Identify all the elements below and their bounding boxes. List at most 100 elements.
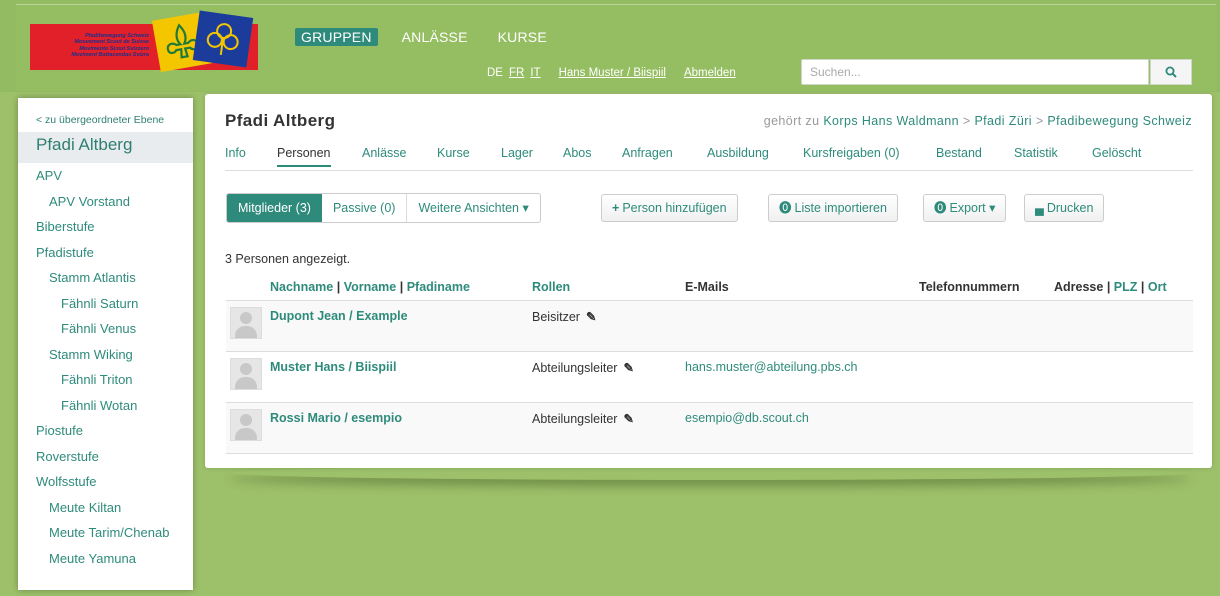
avatar-cell bbox=[226, 351, 270, 403]
sidebar: < zu übergeordneter Ebene Pfadi Altberg … bbox=[18, 98, 193, 590]
name-cell: Muster Hans / Biispiil bbox=[270, 351, 532, 403]
import-list-button[interactable]: ⓿ Liste importieren bbox=[768, 194, 898, 222]
breadcrumb-link[interactable]: Pfadi Züri bbox=[974, 114, 1032, 128]
breadcrumb: gehört zu Korps Hans Waldmann > Pfadi Zü… bbox=[764, 114, 1192, 128]
tab-ausbildung[interactable]: Ausbildung bbox=[707, 146, 769, 160]
pbs-logo[interactable]: Pfadibewegung Schweiz Mouvement Scout de… bbox=[30, 10, 258, 73]
person-name-link[interactable]: Dupont Jean / Example bbox=[270, 309, 408, 323]
parent-level-link[interactable]: < zu übergeordneter Ebene bbox=[18, 98, 193, 132]
person-name-link[interactable]: Rossi Mario / esempio bbox=[270, 411, 402, 425]
table-footer-line bbox=[226, 453, 1193, 454]
table-header-row: Nachname | Vorname | Pfadiname Rollen E-… bbox=[226, 274, 1193, 301]
view-filter-group: Mitglieder (3) Passive (0) Weitere Ansic… bbox=[226, 193, 541, 223]
filter-passive[interactable]: Passive (0) bbox=[322, 194, 407, 222]
phone-cell bbox=[919, 351, 1054, 403]
nav-kurse[interactable]: KURSE bbox=[492, 28, 553, 46]
export-label: Export bbox=[949, 201, 986, 215]
address-column-header: Adresse | PLZ | Ort bbox=[1054, 280, 1167, 294]
filter-mitglieder[interactable]: Mitglieder (3) bbox=[227, 194, 322, 222]
sidebar-item[interactable]: Pfadistufe bbox=[18, 240, 193, 266]
avatar-cell bbox=[226, 300, 270, 352]
tab-lager[interactable]: Lager bbox=[501, 146, 533, 160]
sort-rollen[interactable]: Rollen bbox=[532, 280, 570, 294]
sidebar-item[interactable]: Biberstufe bbox=[18, 214, 193, 240]
nav-gruppen[interactable]: GRUPPEN bbox=[295, 28, 378, 46]
name-cell: Dupont Jean / Example bbox=[270, 300, 532, 352]
avatar-column-header bbox=[226, 274, 270, 301]
role-text: Abteilungsleiter bbox=[532, 412, 618, 426]
sidebar-item[interactable]: Stamm Atlantis bbox=[18, 265, 193, 291]
sidebar-item[interactable]: Fähnli Wotan bbox=[18, 393, 193, 419]
sidebar-item[interactable]: Piostufe bbox=[18, 418, 193, 444]
phone-column-header: Telefonnummern bbox=[919, 280, 1020, 294]
avatar bbox=[230, 307, 262, 339]
name-cell: Rossi Mario / esempio bbox=[270, 402, 532, 454]
print-label: Drucken bbox=[1046, 201, 1094, 215]
sidebar-item[interactable]: APV Vorstand bbox=[18, 189, 193, 215]
caret-down-icon: ▾ bbox=[522, 201, 529, 215]
breadcrumb-link[interactable]: Korps Hans Waldmann bbox=[823, 114, 959, 128]
lang-fr[interactable]: FR bbox=[509, 67, 524, 79]
tab-kurse[interactable]: Kurse bbox=[437, 146, 470, 160]
avatar bbox=[230, 358, 262, 390]
breadcrumb-link[interactable]: Pfadibewegung Schweiz bbox=[1047, 114, 1192, 128]
lang-it[interactable]: IT bbox=[530, 67, 540, 79]
caret-down-icon: ▾ bbox=[989, 201, 996, 215]
sidebar-item[interactable]: APV bbox=[18, 163, 193, 189]
print-button[interactable]: ▄ Drucken bbox=[1024, 194, 1105, 222]
export-button[interactable]: ⓿ Export ▾ bbox=[923, 194, 1007, 222]
tab-anlaesse[interactable]: Anlässe bbox=[362, 146, 406, 160]
sidebar-item[interactable]: Fähnli Triton bbox=[18, 367, 193, 393]
belongs-to-label: gehört zu bbox=[763, 114, 820, 128]
nav-anlaesse[interactable]: ANLÄSSE bbox=[396, 28, 474, 46]
search-button[interactable] bbox=[1150, 59, 1192, 85]
tab-statistik[interactable]: Statistik bbox=[1014, 146, 1058, 160]
sidebar-item[interactable]: Meute Tarim/Chenab bbox=[18, 520, 193, 546]
emails-column-header: E-Mails bbox=[685, 280, 729, 294]
tab-info[interactable]: Info bbox=[225, 146, 246, 160]
people-table: Nachname | Vorname | Pfadiname Rollen E-… bbox=[226, 274, 1193, 454]
address-cell bbox=[1054, 300, 1193, 352]
email-link[interactable]: hans.muster@abteilung.pbs.ch bbox=[685, 360, 858, 374]
roles-column-header: Rollen bbox=[532, 274, 685, 301]
email-cell: esempio@db.scout.ch bbox=[685, 402, 919, 454]
sidebar-item[interactable]: Stamm Wiking bbox=[18, 342, 193, 368]
sort-plz[interactable]: PLZ bbox=[1114, 280, 1138, 294]
sidebar-item[interactable]: Meute Yamuna bbox=[18, 546, 193, 572]
sidebar-item[interactable]: Wolfsstufe bbox=[18, 469, 193, 495]
edit-icon[interactable]: ✎ bbox=[586, 310, 596, 324]
edit-icon[interactable]: ✎ bbox=[623, 361, 633, 375]
search-input[interactable]: Suchen... bbox=[801, 59, 1149, 85]
sidebar-item[interactable]: Fähnli Saturn bbox=[18, 291, 193, 317]
tab-kursfreigaben[interactable]: Kursfreigaben (0) bbox=[803, 146, 900, 160]
filter-weitere-ansichten[interactable]: Weitere Ansichten ▾ bbox=[406, 194, 539, 222]
avatar-cell bbox=[226, 402, 270, 454]
address-cell bbox=[1054, 402, 1193, 454]
sidebar-current-group[interactable]: Pfadi Altberg bbox=[18, 132, 193, 163]
user-link[interactable]: Hans Muster / Biispiil bbox=[559, 67, 666, 79]
sort-ort[interactable]: Ort bbox=[1148, 280, 1167, 294]
tab-bestand[interactable]: Bestand bbox=[936, 146, 982, 160]
tab-personen[interactable]: Personen bbox=[277, 146, 331, 167]
person-name-link[interactable]: Muster Hans / Biispiil bbox=[270, 360, 396, 374]
utility-links: DE FR IT Hans Muster / Biispiil Abmelden bbox=[487, 67, 736, 79]
tab-abos[interactable]: Abos bbox=[563, 146, 592, 160]
logout-link[interactable]: Abmelden bbox=[684, 67, 736, 79]
phone-cell bbox=[919, 402, 1054, 454]
breadcrumb-separator: > bbox=[962, 114, 971, 128]
lang-de[interactable]: DE bbox=[487, 67, 503, 79]
sort-pfadiname[interactable]: Pfadiname bbox=[407, 280, 470, 294]
edit-icon[interactable]: ✎ bbox=[623, 412, 633, 426]
email-cell: hans.muster@abteilung.pbs.ch bbox=[685, 351, 919, 403]
sidebar-item[interactable]: Roverstufe bbox=[18, 444, 193, 470]
tab-geloescht[interactable]: Gelöscht bbox=[1092, 146, 1141, 160]
sidebar-item[interactable]: Meute Kiltan bbox=[18, 495, 193, 521]
email-link[interactable]: esempio@db.scout.ch bbox=[685, 411, 809, 425]
sort-vorname[interactable]: Vorname bbox=[344, 280, 397, 294]
role-cell: Abteilungsleiter ✎ bbox=[532, 351, 685, 403]
sort-nachname[interactable]: Nachname bbox=[270, 280, 333, 294]
sidebar-item[interactable]: Fähnli Venus bbox=[18, 316, 193, 342]
table-row: Muster Hans / Biispiil Abteilungsleiter ✎… bbox=[226, 351, 1193, 403]
add-person-button[interactable]: + Person hinzufügen bbox=[601, 194, 738, 222]
tab-anfragen[interactable]: Anfragen bbox=[622, 146, 673, 160]
